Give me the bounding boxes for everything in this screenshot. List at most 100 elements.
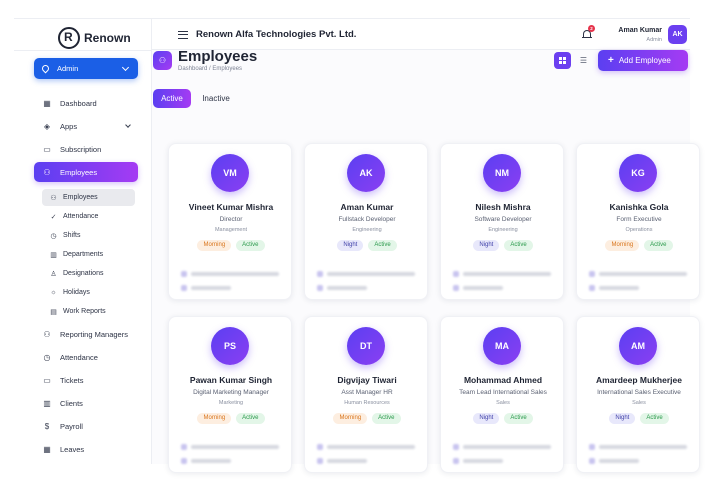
user-avatar[interactable]: AK [668,25,687,44]
sidebar-item-label: Dashboard [60,98,97,108]
list-icon: ☰ [579,56,588,65]
redacted-bar [599,272,687,276]
email-row-redacted [453,271,551,277]
redacted-bar [463,445,551,449]
employee-name: Pawan Kumar Singh [189,375,273,385]
employee-avatar: MA [483,327,521,365]
sidebar-item-label: Tickets [60,375,84,385]
subitem-label: Shifts [63,232,81,239]
employee-card[interactable]: AK Aman Kumar Fullstack Developer Engineeri… [304,143,428,300]
topbar: Renown Alfa Technologies Pvt. Ltd. 2 Ama… [152,19,690,50]
shift-badge: Morning [333,413,368,424]
subitem-departments[interactable]: ▥ Departments [42,246,135,263]
redacted-bar [191,445,279,449]
box-icon: ◈ [43,121,51,131]
hamburger-menu-icon[interactable] [178,31,188,39]
brand-logo[interactable]: Renown [58,25,131,51]
grid-view-button[interactable] [554,52,571,69]
plus-icon: + [608,55,614,66]
sidebar-item-reporting-managers[interactable]: ⚇ Reporting Managers [34,324,138,344]
employee-role: Software Developer [474,216,532,223]
sidebar-item-payroll[interactable]: $ Payroll [34,416,138,436]
building-icon: ▥ [43,398,51,408]
tab-active[interactable]: Active [153,89,191,108]
subitem-shifts[interactable]: ◷ Shifts [42,227,135,244]
employee-department: Sales [496,400,510,406]
employee-avatar: AM [619,327,657,365]
email-row-redacted [317,271,415,277]
employee-role: Digital Marketing Manager [193,389,269,396]
sidebar-item-employees[interactable]: ⚇ Employees [34,162,138,182]
building-icon: ▥ [50,251,57,259]
employee-department: Engineering [352,227,382,233]
subitem-employees[interactable]: ⚇ Employees [42,189,135,206]
subitem-holidays[interactable]: ☼ Holidays [42,284,135,301]
role-select[interactable]: Admin [34,58,138,79]
employee-department: Operations [625,227,653,233]
shift-badge: Morning [197,413,232,424]
employee-name: Vineet Kumar Mishra [188,202,274,212]
subitem-work-reports[interactable]: ▤ Work Reports [42,303,135,320]
status-badge: Active [640,413,669,424]
company-name: Renown Alfa Technologies Pvt. Ltd. [196,29,357,40]
employee-tags: Morning Active [577,240,701,251]
mail-icon [589,271,595,277]
tab-inactive[interactable]: Inactive [196,89,236,108]
employee-tags: Morning Active [169,413,293,424]
redacted-bar [463,286,503,290]
status-badge: Active [236,240,265,251]
employee-card[interactable]: AM Amardeep Mukherjee International Sales … [576,316,700,473]
email-row-redacted [317,444,415,450]
phone-row-redacted [453,285,503,291]
employee-role: Fullstack Developer [338,216,396,223]
sidebar-item-clients[interactable]: ▥ Clients [34,393,138,413]
employee-department: Management [214,227,248,233]
sidebar-item-label: Apps [60,121,78,131]
add-employee-button[interactable]: + Add Employee [598,50,688,71]
user-name[interactable]: Aman Kumar [618,27,662,34]
subitem-attendance[interactable]: ✓ Attendance [42,208,135,225]
sidebar-item-dashboard[interactable]: ▦ Dashboard [34,93,138,113]
employee-card[interactable]: NM Nilesh Mishra Software Developer Enginee… [440,143,564,300]
employee-tags: Morning Active [305,413,429,424]
subitem-label: Employees [63,194,98,201]
status-badge: Active [504,413,533,424]
employee-avatar: NM [483,154,521,192]
status-badge: Active [644,240,673,251]
breadcrumb: Dashboard / Employees [178,66,243,72]
employee-card[interactable]: DT Digvijay Tiwari Asst Manager HR Human Re… [304,316,428,473]
email-row-redacted [453,444,551,450]
phone-icon [181,458,187,464]
employee-role: International Sales Executive [597,389,681,396]
employee-tags: Night Active [441,413,565,424]
mail-icon [181,444,187,450]
sidebar-item-tickets[interactable]: ▭ Tickets [34,370,138,390]
employee-card[interactable]: PS Pawan Kumar Singh Digital Marketing Man… [168,316,292,473]
notification-bell-icon[interactable]: 2 [582,25,595,40]
redacted-bar [463,272,551,276]
chevron-down-icon [121,63,130,71]
phone-row-redacted [589,285,639,291]
users-icon: ⚇ [43,329,51,339]
card-icon: ▭ [43,144,51,154]
clock-icon: ◷ [50,232,57,240]
employee-role: Director [219,216,243,223]
clock-icon: ◷ [43,352,51,362]
employee-name: Kanishka Gola [609,202,669,212]
employee-card[interactable]: MA Mohammad Ahmed Team Lead International … [440,316,564,473]
redacted-bar [599,459,639,463]
employee-avatar: VM [211,154,249,192]
subitem-designations[interactable]: ♙ Designations [42,265,135,282]
sidebar-item-subscription[interactable]: ▭ Subscription [34,139,138,159]
sidebar-item-attendance[interactable]: ◷ Attendance [34,347,138,367]
list-view-button[interactable]: ☰ [575,52,592,69]
employee-card[interactable]: VM Vineet Kumar Mishra Director Management M… [168,143,292,300]
employee-card[interactable]: KG Kanishka Gola Form Executive Operations M… [576,143,700,300]
redacted-bar [327,459,367,463]
sidebar-item-apps[interactable]: ◈ Apps [34,116,138,136]
phone-row-redacted [589,458,639,464]
pin-icon [40,63,51,74]
redacted-bar [463,459,503,463]
sidebar-item-label: Payroll [60,421,83,431]
sidebar-item-leaves[interactable]: ▦ Leaves [34,439,138,459]
